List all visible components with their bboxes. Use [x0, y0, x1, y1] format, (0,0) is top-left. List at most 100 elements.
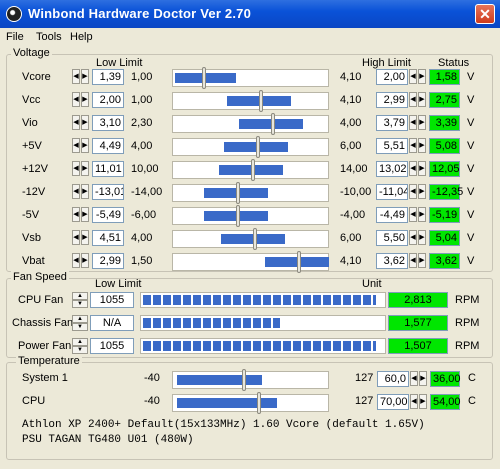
fan-low-limit-field[interactable]: N/A: [90, 315, 134, 331]
temperature-slider[interactable]: [172, 369, 329, 391]
high-limit-spinner[interactable]: ◀ ▶: [409, 253, 427, 269]
low-limit-field[interactable]: -13,01: [92, 184, 124, 200]
high-limit-spinner[interactable]: ◀ ▶: [409, 207, 427, 223]
high-limit-spinner[interactable]: ◀ ▶: [409, 115, 427, 131]
low-limit-spinner[interactable]: ◀ ▶: [72, 253, 90, 269]
voltage-slider[interactable]: [172, 182, 329, 204]
voltage-slider[interactable]: [172, 251, 329, 273]
spin-up-arrow-icon[interactable]: ▲: [72, 315, 88, 323]
fan-low-limit-field[interactable]: 1055: [90, 292, 134, 308]
high-limit-field[interactable]: 2,00: [376, 69, 408, 85]
spin-right-arrow-icon[interactable]: ▶: [418, 138, 426, 153]
voltage-slider[interactable]: [172, 228, 329, 250]
high-limit-spinner[interactable]: ◀ ▶: [409, 138, 427, 154]
temperature-slider-thumb[interactable]: [257, 392, 261, 414]
spin-down-arrow-icon[interactable]: ▼: [72, 346, 88, 354]
high-limit-field[interactable]: 3,62: [376, 253, 408, 269]
spin-right-arrow-icon[interactable]: ▶: [418, 69, 426, 84]
menu-tools[interactable]: Tools: [36, 31, 62, 43]
spin-left-arrow-icon[interactable]: ◀: [409, 184, 417, 199]
temperature-slider-thumb[interactable]: [242, 369, 246, 391]
spin-left-arrow-icon[interactable]: ◀: [72, 92, 80, 107]
spin-right-arrow-icon[interactable]: ▶: [418, 230, 426, 245]
spin-left-arrow-icon[interactable]: ◀: [72, 115, 80, 130]
title-bar[interactable]: Winbond Hardware Doctor Ver 2.70 ✕: [0, 0, 500, 28]
low-limit-field[interactable]: 2,99: [92, 253, 124, 269]
low-limit-field[interactable]: 1,39: [92, 69, 124, 85]
fan-low-limit-field[interactable]: 1055: [90, 338, 134, 354]
voltage-slider-thumb[interactable]: [236, 205, 240, 227]
app-icon[interactable]: [6, 6, 22, 22]
voltage-slider-thumb[interactable]: [253, 228, 257, 250]
high-limit-field[interactable]: -11,04: [376, 184, 408, 200]
high-limit-spinner[interactable]: ◀ ▶: [409, 92, 427, 108]
spin-left-arrow-icon[interactable]: ◀: [409, 138, 417, 153]
temp-limit-spinner[interactable]: ◀ ▶: [410, 394, 428, 410]
spin-right-arrow-icon[interactable]: ▶: [418, 207, 426, 222]
spin-left-arrow-icon[interactable]: ◀: [410, 394, 418, 409]
low-limit-field[interactable]: 11,01: [92, 161, 124, 177]
spin-left-arrow-icon[interactable]: ◀: [72, 69, 80, 84]
spin-left-arrow-icon[interactable]: ◀: [72, 184, 80, 199]
spin-left-arrow-icon[interactable]: ◀: [409, 230, 417, 245]
voltage-slider[interactable]: [172, 113, 329, 135]
spin-right-arrow-icon[interactable]: ▶: [419, 394, 427, 409]
voltage-slider[interactable]: [172, 205, 329, 227]
voltage-slider-thumb[interactable]: [297, 251, 301, 273]
low-limit-spinner[interactable]: ◀ ▶: [72, 161, 90, 177]
low-limit-field[interactable]: 4,49: [92, 138, 124, 154]
spin-left-arrow-icon[interactable]: ◀: [409, 69, 417, 84]
spin-right-arrow-icon[interactable]: ▶: [81, 207, 89, 222]
low-limit-field[interactable]: 3,10: [92, 115, 124, 131]
spin-down-arrow-icon[interactable]: ▼: [72, 300, 88, 308]
high-limit-field[interactable]: 5,51: [376, 138, 408, 154]
spin-left-arrow-icon[interactable]: ◀: [72, 253, 80, 268]
spin-right-arrow-icon[interactable]: ▶: [418, 115, 426, 130]
low-limit-field[interactable]: 4,51: [92, 230, 124, 246]
temperature-slider[interactable]: [172, 392, 329, 414]
low-limit-spinner[interactable]: ◀ ▶: [72, 92, 90, 108]
low-limit-field[interactable]: 2,00: [92, 92, 124, 108]
spin-left-arrow-icon[interactable]: ◀: [72, 230, 80, 245]
fan-limit-spinner[interactable]: ▲ ▼: [72, 338, 88, 354]
fan-limit-spinner[interactable]: ▲ ▼: [72, 315, 88, 331]
spin-right-arrow-icon[interactable]: ▶: [81, 184, 89, 199]
menu-help[interactable]: Help: [70, 31, 93, 43]
spin-left-arrow-icon[interactable]: ◀: [410, 371, 418, 386]
voltage-slider[interactable]: [172, 136, 329, 158]
high-limit-spinner[interactable]: ◀ ▶: [409, 69, 427, 85]
low-limit-spinner[interactable]: ◀ ▶: [72, 207, 90, 223]
voltage-slider-thumb[interactable]: [259, 90, 263, 112]
temp-limit-spinner[interactable]: ◀ ▶: [410, 371, 428, 387]
temp-high-limit-field[interactable]: 70,00: [377, 394, 409, 410]
high-limit-spinner[interactable]: ◀ ▶: [409, 230, 427, 246]
spin-right-arrow-icon[interactable]: ▶: [81, 230, 89, 245]
high-limit-spinner[interactable]: ◀ ▶: [409, 161, 427, 177]
close-button[interactable]: ✕: [475, 4, 495, 24]
spin-left-arrow-icon[interactable]: ◀: [409, 207, 417, 222]
spin-right-arrow-icon[interactable]: ▶: [81, 161, 89, 176]
voltage-slider[interactable]: [172, 90, 329, 112]
low-limit-spinner[interactable]: ◀ ▶: [72, 115, 90, 131]
menu-file[interactable]: File: [6, 31, 24, 43]
spin-right-arrow-icon[interactable]: ▶: [418, 92, 426, 107]
voltage-slider-thumb[interactable]: [256, 136, 260, 158]
temp-high-limit-field[interactable]: 60,0: [377, 371, 409, 387]
spin-right-arrow-icon[interactable]: ▶: [418, 253, 426, 268]
spin-left-arrow-icon[interactable]: ◀: [409, 161, 417, 176]
high-limit-field[interactable]: 2,99: [376, 92, 408, 108]
voltage-slider[interactable]: [172, 159, 329, 181]
spin-right-arrow-icon[interactable]: ▶: [419, 371, 427, 386]
spin-right-arrow-icon[interactable]: ▶: [81, 69, 89, 84]
high-limit-field[interactable]: -4,49: [376, 207, 408, 223]
voltage-slider[interactable]: [172, 67, 329, 89]
spin-right-arrow-icon[interactable]: ▶: [81, 253, 89, 268]
spin-left-arrow-icon[interactable]: ◀: [72, 207, 80, 222]
spin-right-arrow-icon[interactable]: ▶: [81, 138, 89, 153]
high-limit-field[interactable]: 5,50: [376, 230, 408, 246]
voltage-slider-thumb[interactable]: [236, 182, 240, 204]
spin-right-arrow-icon[interactable]: ▶: [418, 184, 426, 199]
high-limit-field[interactable]: 3,79: [376, 115, 408, 131]
spin-down-arrow-icon[interactable]: ▼: [72, 323, 88, 331]
voltage-slider-thumb[interactable]: [271, 113, 275, 135]
